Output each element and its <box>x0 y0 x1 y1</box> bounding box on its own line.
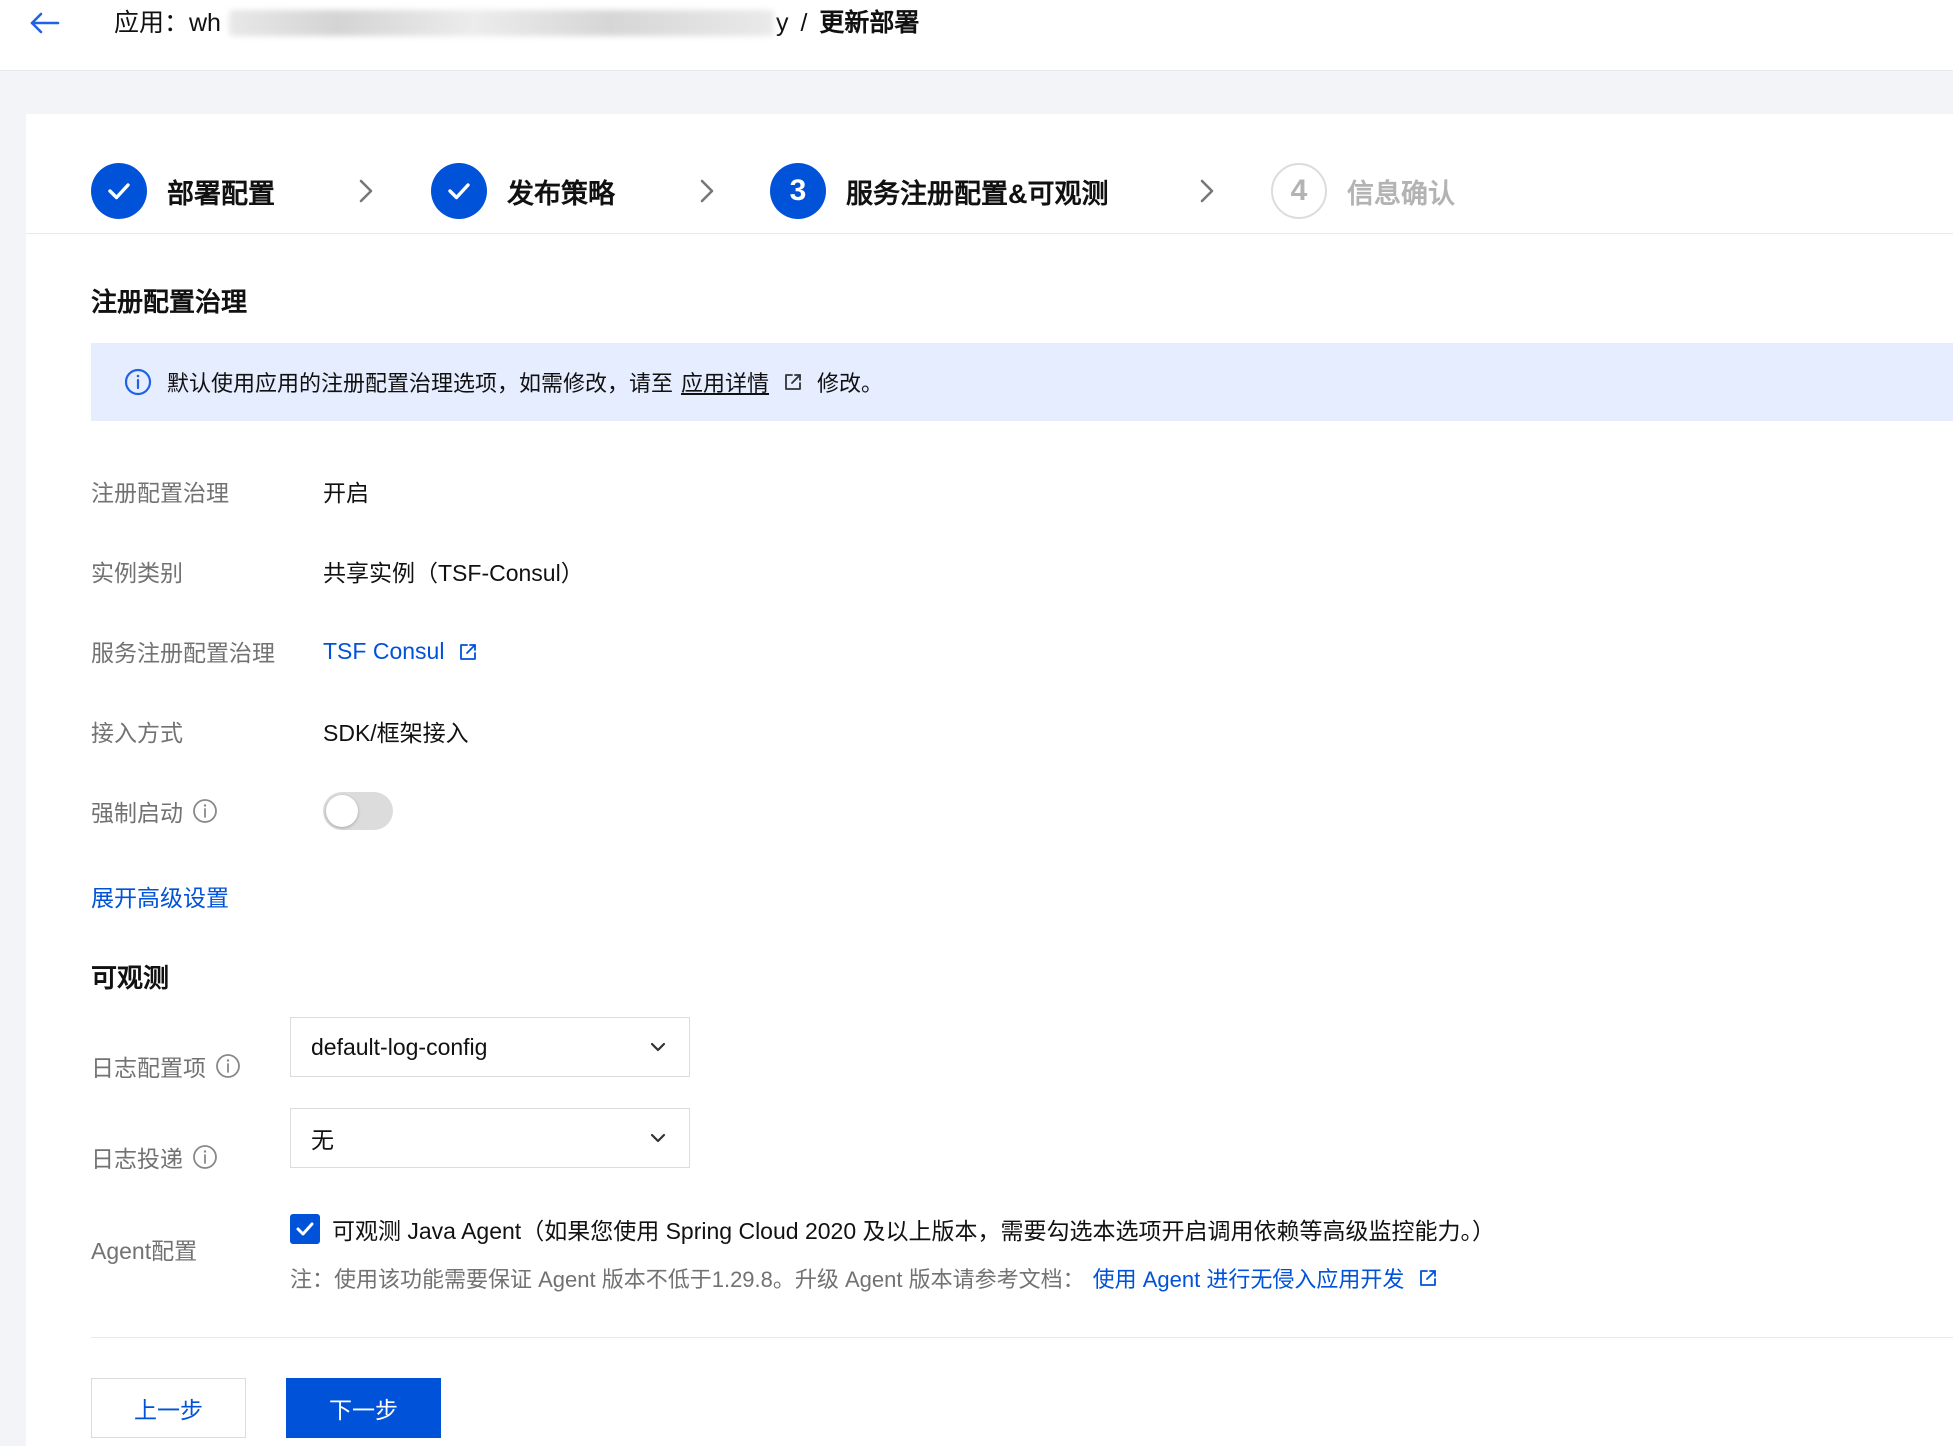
check-icon <box>91 163 147 219</box>
app-name-suffix: y <box>775 9 789 37</box>
row-access-mode: 接入方式 SDK/框架接入 <box>91 711 469 751</box>
top-bar: 应用：wh y / 更新部署 <box>0 0 1953 71</box>
step-service-registry[interactable]: 3 服务注册配置&可观测 <box>770 163 1109 219</box>
app-name-prefix: 应用：wh <box>114 9 221 37</box>
field-value: 共享实例（TSF-Consul） <box>323 560 584 586</box>
chevron-down-icon <box>647 1127 669 1149</box>
field-label: 日志配置项 <box>91 1049 323 1083</box>
breadcrumb: 应用：wh y / 更新部署 <box>114 6 919 40</box>
page-title: 更新部署 <box>819 9 920 37</box>
field-label: 注册配置治理 <box>91 480 229 506</box>
row-service-registry: 服务注册配置治理 TSF Consul <box>91 631 478 671</box>
info-notice: 默认使用应用的注册配置治理选项，如需修改，请至 应用详情 修改。 <box>91 343 1953 421</box>
step-number: 3 <box>770 163 826 219</box>
chevron-down-icon <box>647 1036 669 1058</box>
agent-note: 注：使用该功能需要保证 Agent 版本不低于1.29.8。升级 Agent 版… <box>290 1262 1438 1294</box>
agent-config-label: Agent配置 <box>91 1238 198 1264</box>
chevron-right-icon <box>1193 176 1221 206</box>
step-label: 部署配置 <box>167 178 275 209</box>
footer-divider <box>91 1337 1953 1338</box>
registry-section-title: 注册配置治理 <box>91 287 248 317</box>
agent-option: 可观测 Java Agent（如果您使用 Spring Cloud 2020 及… <box>290 1212 1495 1246</box>
chevron-right-icon <box>693 176 721 206</box>
observability-section-title: 可观测 <box>91 963 170 993</box>
field-label: 服务注册配置治理 <box>91 640 275 666</box>
row-instance-type: 实例类别 共享实例（TSF-Consul） <box>91 551 584 591</box>
row-log-config: 日志配置项 <box>91 1046 323 1086</box>
notice-suffix: 修改。 <box>817 371 884 396</box>
breadcrumb-separator: / <box>800 9 808 37</box>
next-step-button[interactable]: 下一步 <box>286 1378 441 1438</box>
step-label: 服务注册配置&可观测 <box>846 178 1109 209</box>
agent-note-text: 注：使用该功能需要保证 Agent 版本不低于1.29.8。升级 Agent 版… <box>290 1267 1085 1292</box>
info-circle-icon[interactable] <box>191 797 219 825</box>
external-link-icon[interactable] <box>1418 1268 1438 1288</box>
check-icon <box>431 163 487 219</box>
info-circle-icon[interactable] <box>214 1052 242 1080</box>
row-log-delivery: 日志投递 <box>91 1137 323 1177</box>
select-value: 无 <box>311 1127 334 1153</box>
expand-advanced-settings-link[interactable]: 展开高级设置 <box>91 879 229 913</box>
field-label: 实例类别 <box>91 560 183 586</box>
field-label: 强制启动 <box>91 794 323 828</box>
row-agent-config: Agent配置 <box>91 1229 323 1269</box>
field-label: 接入方式 <box>91 720 183 746</box>
agent-doc-link[interactable]: 使用 Agent 进行无侵入应用开发 <box>1093 1262 1405 1294</box>
external-link-icon[interactable] <box>783 372 803 392</box>
agent-option-text: 可观测 Java Agent（如果您使用 Spring Cloud 2020 及… <box>332 1218 1496 1244</box>
external-link-icon <box>458 641 478 661</box>
field-value: 开启 <box>323 480 369 506</box>
step-label: 发布策略 <box>507 178 615 209</box>
step-number: 4 <box>1271 163 1327 219</box>
force-start-toggle[interactable] <box>323 792 393 830</box>
log-delivery-label: 日志投递 <box>91 1146 183 1172</box>
toggle-knob <box>326 795 358 827</box>
row-registry-governance: 注册配置治理 开启 <box>91 471 369 511</box>
stepper: 部署配置 发布策略 3 服务注册配置&可观测 4 信息确认 <box>26 114 1953 234</box>
step-info-confirm[interactable]: 4 信息确认 <box>1271 163 1455 219</box>
main-panel: 部署配置 发布策略 3 服务注册配置&可观测 4 信息确认 注册配置治理 默认使… <box>26 114 1953 1446</box>
info-circle-icon[interactable] <box>191 1143 219 1171</box>
app-name-redacted <box>228 10 774 36</box>
chevron-right-icon <box>352 176 380 206</box>
prev-step-button[interactable]: 上一步 <box>91 1378 246 1438</box>
log-delivery-select[interactable]: 无 <box>290 1108 690 1168</box>
field-value: SDK/框架接入 <box>323 720 469 746</box>
step-release-strategy[interactable]: 发布策略 <box>431 163 615 219</box>
info-circle-icon <box>123 367 153 397</box>
log-config-label: 日志配置项 <box>91 1055 206 1081</box>
agent-checkbox[interactable] <box>290 1214 320 1244</box>
app-detail-link[interactable]: 应用详情 <box>681 366 769 398</box>
force-start-label: 强制启动 <box>91 800 183 826</box>
back-arrow-icon[interactable] <box>26 8 62 38</box>
log-config-select[interactable]: default-log-config <box>290 1017 690 1077</box>
select-value: default-log-config <box>311 1033 488 1060</box>
step-deploy-config[interactable]: 部署配置 <box>91 163 275 219</box>
field-label: 日志投递 <box>91 1140 323 1174</box>
tsf-consul-link-text: TSF Consul <box>323 637 445 664</box>
row-force-start: 强制启动 <box>91 791 393 831</box>
tsf-consul-link[interactable]: TSF Consul <box>323 638 478 665</box>
notice-text: 默认使用应用的注册配置治理选项，如需修改，请至 <box>167 371 674 396</box>
step-label: 信息确认 <box>1347 178 1455 209</box>
